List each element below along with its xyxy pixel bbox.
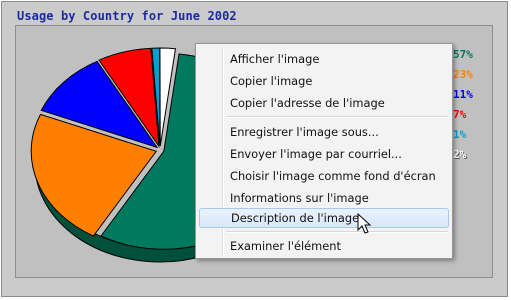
legend-label-57: 57% <box>453 48 473 61</box>
legend-label-1: 1% <box>453 128 467 141</box>
menu-separator <box>226 116 448 118</box>
legend-label-2: 2% <box>453 148 467 161</box>
menu-item-set-desktop-background[interactable]: Choisir l'image comme fond d'écran <box>196 166 452 186</box>
menu-item-inspect-element[interactable]: Examiner l'élément <box>196 236 452 256</box>
legend-label-7: 7% <box>453 108 467 121</box>
legend-label-11: 11% <box>453 88 473 101</box>
menu-item-email-image[interactable]: Envoyer l'image par courriel... <box>196 144 452 164</box>
menu-item-image-description[interactable]: Description de l'image <box>199 208 449 228</box>
menu-item-image-info[interactable]: Informations sur l'image <box>196 188 452 208</box>
context-menu: Afficher l'image Copier l'image Copier l… <box>195 43 453 259</box>
menu-item-view-image[interactable]: Afficher l'image <box>196 49 452 69</box>
menu-item-copy-image[interactable]: Copier l'image <box>196 71 452 91</box>
menu-item-save-image-as[interactable]: Enregistrer l'image sous... <box>196 122 452 142</box>
mouse-cursor-icon <box>357 213 372 234</box>
menu-separator <box>226 231 448 233</box>
legend-label-23: 23% <box>453 68 473 81</box>
menu-item-copy-image-address[interactable]: Copier l'adresse de l'image <box>196 93 452 113</box>
